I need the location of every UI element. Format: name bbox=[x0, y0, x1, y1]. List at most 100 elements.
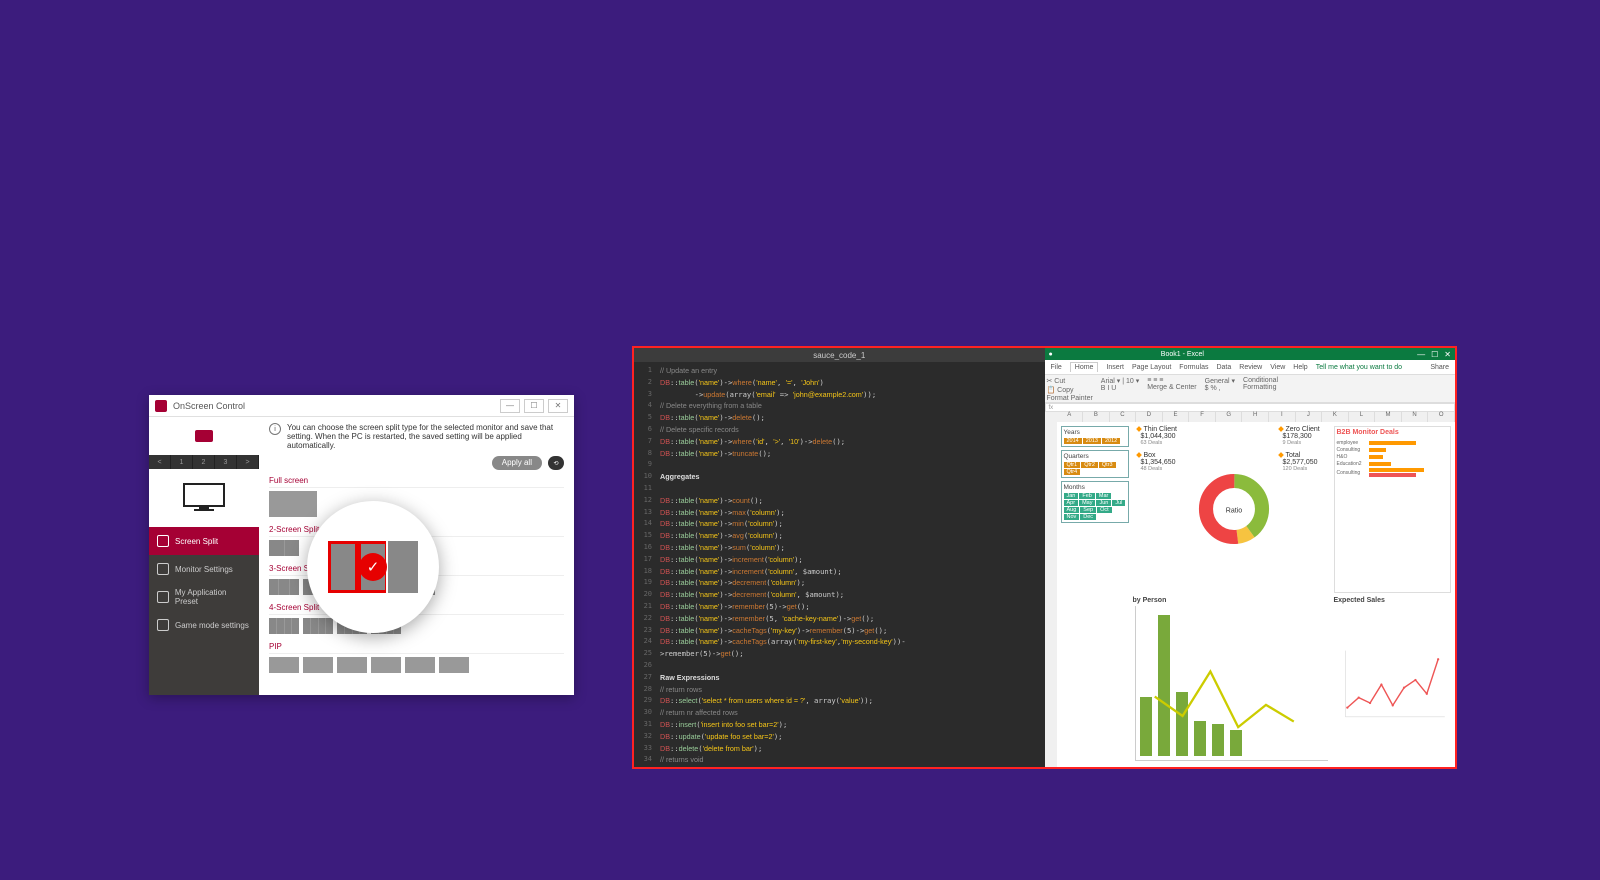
kpi-zero-client: Zero Client$178,3009 Deals bbox=[1275, 426, 1330, 446]
tab-insert[interactable]: Insert bbox=[1106, 364, 1124, 371]
tab-home[interactable]: Home bbox=[1070, 362, 1099, 372]
kpi-total: Total$2,577,050120 Deals bbox=[1275, 452, 1330, 472]
slicer-item[interactable]: Qtr1 bbox=[1064, 462, 1081, 468]
excel-window: ● Book1 - Excel — ☐ ✕ File Home Insert Pag… bbox=[1045, 348, 1456, 767]
slicer-item[interactable]: Sep bbox=[1080, 507, 1096, 513]
slicer-item[interactable]: Qtr2 bbox=[1081, 462, 1098, 468]
line-gutter: 1234567891011121314151617181920212223242… bbox=[634, 362, 656, 767]
editor-tab[interactable]: sauce_code_1 bbox=[634, 348, 1045, 362]
formula-bar[interactable]: fx bbox=[1045, 403, 1456, 412]
app-title: OnScreen Control bbox=[173, 401, 245, 411]
slicer-item[interactable]: 2014 bbox=[1064, 438, 1082, 444]
slicer-item[interactable]: Aug bbox=[1064, 507, 1080, 513]
slicer-item[interactable]: Oct bbox=[1097, 507, 1112, 513]
slicer-months[interactable]: Months JanFebMarAprMayJunJulAugSepOctNov… bbox=[1061, 481, 1129, 523]
autosave-icon: ● bbox=[1049, 351, 1053, 358]
nav-monitor-settings[interactable]: Monitor Settings bbox=[149, 555, 259, 583]
slicer-item[interactable]: Dec bbox=[1080, 514, 1096, 520]
nav-game-mode[interactable]: Game mode settings bbox=[149, 611, 259, 639]
info-text: You can choose the screen split type for… bbox=[287, 423, 564, 450]
tab-help[interactable]: Help bbox=[1293, 364, 1307, 371]
slicer-panel: Years 201420132012 Quarters Qtr1Qtr2Qtr3… bbox=[1061, 426, 1129, 763]
tab-file[interactable]: File bbox=[1051, 364, 1062, 371]
ribbon-body[interactable]: ✂ Cut📋 CopyFormat Painter Arial ▾ | 10 ▾… bbox=[1045, 375, 1456, 403]
layout-option[interactable] bbox=[269, 540, 299, 556]
kpi-box: Box$1,354,65048 Deals bbox=[1133, 452, 1193, 472]
slicer-quarters[interactable]: Quarters Qtr1Qtr2Qtr3Qtr4 bbox=[1061, 450, 1129, 478]
code-editor-window: sauce_code_1 123456789101112131415161718… bbox=[634, 348, 1045, 767]
svg-text:Ratio: Ratio bbox=[1225, 508, 1242, 515]
maximize-button[interactable]: ☐ bbox=[524, 399, 544, 413]
layout-option[interactable] bbox=[303, 657, 333, 673]
layout-option[interactable] bbox=[269, 618, 299, 634]
check-icon: ✓ bbox=[359, 553, 387, 581]
slicer-item[interactable]: May bbox=[1079, 500, 1095, 506]
slicer-item[interactable]: Jan bbox=[1064, 493, 1079, 499]
minimize-button[interactable]: — bbox=[500, 399, 520, 413]
donut-chart: Ratio bbox=[1197, 426, 1271, 593]
split-screen-container: sauce_code_1 123456789101112131415161718… bbox=[632, 346, 1457, 769]
titlebar[interactable]: OnScreen Control — ☐ ✕ bbox=[149, 395, 574, 417]
tab-review[interactable]: Review bbox=[1239, 364, 1262, 371]
slicer-item[interactable]: Apr bbox=[1064, 500, 1079, 506]
slicer-item[interactable]: Qtr4 bbox=[1064, 469, 1081, 475]
preset-icon bbox=[157, 591, 169, 603]
workbook-title: Book1 - Excel bbox=[1161, 351, 1204, 358]
sidebar: <123> Screen Split Monitor Settings My A… bbox=[149, 417, 259, 695]
logo-area bbox=[149, 417, 259, 455]
b2b-deals-chart: B2B Monitor Deals employeeConsultingH&OE… bbox=[1334, 426, 1452, 593]
share-button[interactable]: Share bbox=[1430, 364, 1449, 371]
by-person-chart: by Person bbox=[1133, 597, 1330, 764]
split-icon bbox=[157, 535, 169, 547]
worksheet[interactable]: ABCDEFGHIJKLMNO Years 201420132012 Quart… bbox=[1045, 412, 1456, 767]
tab-data[interactable]: Data bbox=[1216, 364, 1231, 371]
gear-icon bbox=[157, 563, 169, 575]
slicer-item[interactable]: 2012 bbox=[1102, 438, 1120, 444]
apply-all-button[interactable]: Apply all bbox=[492, 456, 542, 470]
tab-formulas[interactable]: Formulas bbox=[1179, 364, 1208, 371]
slicer-item[interactable]: Jul bbox=[1112, 500, 1125, 506]
magnified-layout: ✓ bbox=[328, 541, 418, 593]
ribbon-tabs[interactable]: File Home Insert Page Layout Formulas Da… bbox=[1045, 360, 1456, 375]
section-fullscreen: Full screen bbox=[269, 476, 564, 488]
close-button[interactable]: ✕ bbox=[548, 399, 568, 413]
minimize-button[interactable]: — bbox=[1417, 350, 1425, 359]
slicer-item[interactable]: Mar bbox=[1096, 493, 1111, 499]
app-icon bbox=[155, 400, 167, 412]
magnifier-lens: ✓ bbox=[307, 501, 439, 633]
tab-pagelayout[interactable]: Page Layout bbox=[1132, 364, 1171, 371]
excel-titlebar[interactable]: ● Book1 - Excel — ☐ ✕ bbox=[1045, 348, 1456, 360]
section-pip: PIP bbox=[269, 642, 564, 654]
info-icon: i bbox=[269, 423, 281, 435]
layout-option[interactable] bbox=[269, 657, 299, 673]
slicer-item[interactable]: Nov bbox=[1064, 514, 1080, 520]
layout-option[interactable] bbox=[269, 579, 299, 595]
nav-app-preset[interactable]: My Application Preset bbox=[149, 583, 259, 611]
layout-option[interactable] bbox=[337, 657, 367, 673]
selection-highlight-left bbox=[328, 541, 358, 593]
maximize-button[interactable]: ☐ bbox=[1431, 350, 1438, 359]
layout-option[interactable] bbox=[371, 657, 401, 673]
kpi-thin-client: Thin Client$1,044,30063 Deals bbox=[1133, 426, 1193, 446]
gamepad-icon bbox=[157, 619, 169, 631]
tell-me-field[interactable]: Tell me what you want to do bbox=[1316, 364, 1402, 371]
code-content[interactable]: // Update an entry DB::table('name')->wh… bbox=[656, 362, 1045, 767]
close-button[interactable]: ✕ bbox=[1444, 350, 1451, 359]
slicer-item[interactable]: Qtr3 bbox=[1099, 462, 1116, 468]
slicer-item[interactable]: Jun bbox=[1096, 500, 1111, 506]
monitor-tabs[interactable]: <123> bbox=[149, 455, 259, 469]
kpi-donut-block: Thin Client$1,044,30063 Deals Box$1,354,… bbox=[1133, 426, 1330, 593]
reset-button[interactable]: ⟲ bbox=[548, 456, 564, 470]
expected-sales-chart: Expected Sales bbox=[1334, 597, 1452, 764]
line-chart-svg bbox=[1336, 606, 1450, 762]
tab-view[interactable]: View bbox=[1270, 364, 1285, 371]
slicer-item[interactable]: 2013 bbox=[1083, 438, 1101, 444]
layout-option[interactable] bbox=[303, 618, 333, 634]
layout-option[interactable] bbox=[405, 657, 435, 673]
layout-option[interactable] bbox=[269, 491, 317, 517]
monitor-preview bbox=[149, 469, 259, 527]
layout-option[interactable] bbox=[439, 657, 469, 673]
slicer-item[interactable]: Feb bbox=[1079, 493, 1094, 499]
slicer-years[interactable]: Years 201420132012 bbox=[1061, 426, 1129, 447]
nav-screen-split[interactable]: Screen Split bbox=[149, 527, 259, 555]
